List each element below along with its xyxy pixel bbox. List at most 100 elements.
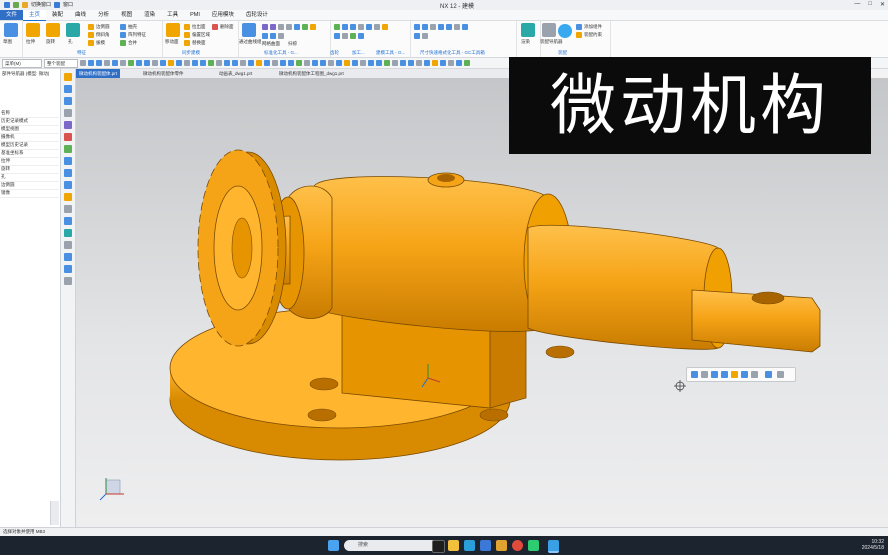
view-tool-icon[interactable]: [432, 60, 438, 66]
render-icon[interactable]: [521, 23, 535, 37]
doc-tab[interactable]: 动画表_dwg1.prt: [216, 69, 255, 78]
unite-icon[interactable]: [120, 40, 126, 46]
hole-icon[interactable]: [66, 23, 80, 37]
dimension-tool-icon[interactable]: [422, 33, 428, 39]
view-tool-icon[interactable]: [360, 60, 366, 66]
mesh-surface-icon[interactable]: [262, 24, 268, 30]
process-studio-icon[interactable]: [64, 157, 72, 165]
taskbar-search-input[interactable]: 搜索: [344, 540, 438, 551]
view-tool-icon[interactable]: [384, 60, 390, 66]
tool-icon[interactable]: [366, 24, 372, 30]
replace-face-icon[interactable]: [184, 40, 190, 46]
snap-point-icon[interactable]: [136, 60, 142, 66]
curve-tool-icon[interactable]: [262, 33, 268, 39]
view-tool-icon[interactable]: [416, 60, 422, 66]
view-tool-icon[interactable]: [352, 60, 358, 66]
tool-icon[interactable]: [350, 24, 356, 30]
surface-tool-icon[interactable]: [294, 24, 300, 30]
constraint-navigator-icon[interactable]: [64, 85, 72, 93]
window-menu[interactable]: 窗口: [63, 1, 73, 8]
tab-file[interactable]: 文件: [0, 10, 24, 20]
start-icon[interactable]: [328, 540, 339, 551]
curve-tool-icon[interactable]: [270, 33, 276, 39]
view-tool-icon[interactable]: [456, 60, 462, 66]
view-tool-icon[interactable]: [464, 60, 470, 66]
resource-tool-icon[interactable]: [64, 217, 72, 225]
pattern-feature-icon[interactable]: [120, 32, 126, 38]
edge-blend-icon[interactable]: [88, 24, 94, 30]
view-tool-icon[interactable]: [320, 60, 326, 66]
tab-gear-design[interactable]: 齿轮设计: [240, 10, 274, 20]
file-explorer-icon[interactable]: [448, 540, 459, 551]
selection-tool-icon[interactable]: [112, 60, 118, 66]
selection-tool-icon[interactable]: [104, 60, 110, 66]
edge-browser-icon[interactable]: [464, 540, 475, 551]
view-tool-icon[interactable]: [312, 60, 318, 66]
offset-region-icon[interactable]: [184, 32, 190, 38]
extrude-icon[interactable]: [26, 23, 40, 37]
measure-tool-icon[interactable]: [741, 371, 748, 378]
surface-tool-icon[interactable]: [302, 24, 308, 30]
wechat-icon[interactable]: [528, 540, 539, 551]
app-icon[interactable]: [496, 540, 507, 551]
dimension-tool-icon[interactable]: [438, 24, 444, 30]
undo-icon[interactable]: [13, 1, 19, 8]
nx-app-icon[interactable]: [548, 540, 559, 553]
snap-point-icon[interactable]: [192, 60, 198, 66]
view-tool-icon[interactable]: [296, 60, 302, 66]
add-component-icon[interactable]: [576, 24, 582, 30]
view-tool-icon[interactable]: [440, 60, 446, 66]
task-view-icon[interactable]: [432, 540, 445, 553]
tab-assembly[interactable]: 装配: [46, 10, 69, 20]
snap-point-icon[interactable]: [144, 60, 150, 66]
assembly-navigator-icon[interactable]: [542, 23, 556, 37]
navigator-scrollbar[interactable]: [50, 501, 59, 525]
hide-tool-icon[interactable]: [711, 371, 718, 378]
filter-icon[interactable]: [80, 60, 86, 66]
tab-pmi[interactable]: PMI: [184, 10, 206, 20]
color-tool-icon[interactable]: [731, 371, 738, 378]
tab-home[interactable]: 主页: [23, 9, 47, 21]
edit-tool-icon[interactable]: [701, 371, 708, 378]
maximize-button[interactable]: □: [868, 1, 872, 8]
resource-tool-icon[interactable]: [64, 229, 72, 237]
view-tool-icon[interactable]: [288, 60, 294, 66]
resource-tool-icon[interactable]: [64, 265, 72, 273]
tool-icon[interactable]: [374, 24, 380, 30]
delete-face-icon[interactable]: [212, 24, 218, 30]
dropdown-arrow-icon[interactable]: [751, 371, 758, 378]
draft-icon[interactable]: [88, 40, 94, 46]
view-tool-icon[interactable]: [240, 60, 246, 66]
handwheel[interactable]: [197, 149, 287, 347]
view-tool-icon[interactable]: [408, 60, 414, 66]
view-tool-icon[interactable]: [368, 60, 374, 66]
tab-tools[interactable]: 工具: [161, 10, 184, 20]
doc-tab[interactable]: 微动机构装配体.prt: [76, 69, 121, 78]
tool-icon[interactable]: [342, 33, 348, 39]
select-tool-icon[interactable]: [691, 371, 698, 378]
revolve-icon[interactable]: [46, 23, 60, 37]
selection-tool-icon[interactable]: [88, 60, 94, 66]
tool-icon[interactable]: [358, 24, 364, 30]
undo-icon[interactable]: [765, 371, 772, 378]
view-tool-icon[interactable]: [256, 60, 262, 66]
assembly-constraint-icon[interactable]: [576, 32, 582, 38]
view-tool-icon[interactable]: [424, 60, 430, 66]
reuse-library-icon[interactable]: [64, 109, 72, 117]
dimension-tool-icon[interactable]: [462, 24, 468, 30]
navigator-row[interactable]: 镜像: [0, 189, 59, 198]
move-face-icon[interactable]: [166, 23, 180, 37]
snap-point-icon[interactable]: [128, 60, 134, 66]
tab-analysis[interactable]: 分析: [92, 10, 115, 20]
selection-tool-icon[interactable]: [96, 60, 102, 66]
window-icon[interactable]: [54, 1, 61, 8]
resource-tool-icon[interactable]: [64, 253, 72, 261]
curve-tool-icon[interactable]: [278, 33, 284, 39]
store-icon[interactable]: [480, 540, 491, 551]
view-tool-icon[interactable]: [248, 60, 254, 66]
tool-icon[interactable]: [334, 33, 340, 39]
resource-tool-icon[interactable]: [64, 205, 72, 213]
chamfer-icon[interactable]: [88, 32, 94, 38]
view-tool-icon[interactable]: [232, 60, 238, 66]
tool-icon[interactable]: [350, 33, 356, 39]
